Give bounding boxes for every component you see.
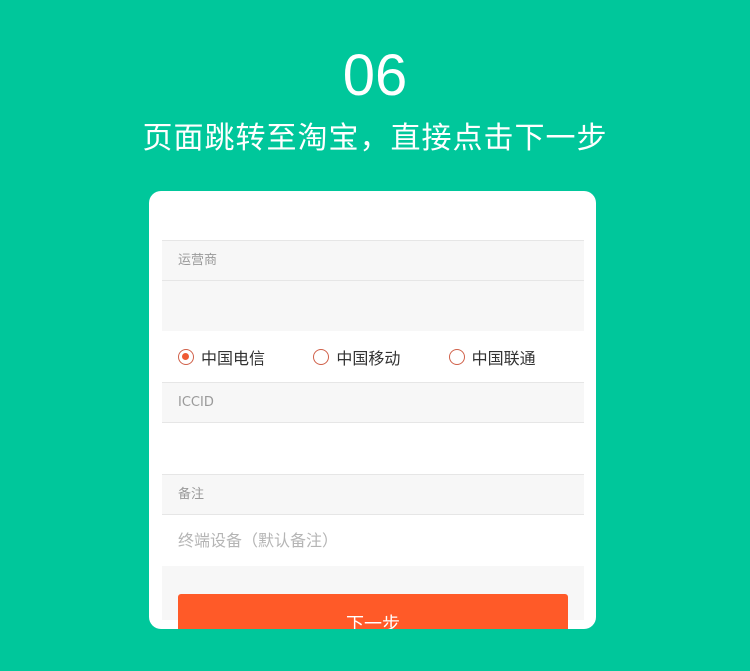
iccid-section-label: ICCID	[162, 382, 584, 423]
next-step-button[interactable]: 下一步	[178, 594, 568, 629]
radio-option-mobile[interactable]: 中国移动	[313, 345, 448, 369]
radio-checked-icon[interactable]	[178, 348, 194, 365]
radio-option-unicom[interactable]: 中国联通	[448, 345, 584, 369]
carrier-section-label: 运营商	[162, 240, 584, 281]
radio-unchecked-icon[interactable]	[313, 348, 330, 365]
note-section-label: 备注	[162, 474, 584, 515]
radio-label-telecom: 中国电信	[201, 348, 266, 368]
step-number: 06	[342, 43, 408, 108]
note-input[interactable]	[162, 515, 584, 566]
form-area: 运营商 中国电信 中国移动 中国联通 ICCID 备注 下一步	[162, 240, 584, 629]
radio-option-telecom[interactable]: 中国电信	[178, 345, 313, 369]
form-card: 运营商 中国电信 中国移动 中国联通 ICCID 备注 下一步	[149, 191, 596, 629]
carrier-radio-group: 中国电信 中国移动 中国联通	[162, 331, 584, 382]
radio-label-mobile: 中国移动	[336, 348, 401, 368]
step-caption: 页面跳转至淘宝，直接点击下一步	[142, 121, 608, 156]
radio-unchecked-icon[interactable]	[448, 348, 465, 365]
iccid-row	[162, 423, 584, 474]
iccid-input[interactable]	[162, 423, 584, 474]
note-row	[162, 515, 584, 566]
radio-label-unicom: 中国联通	[471, 348, 536, 368]
